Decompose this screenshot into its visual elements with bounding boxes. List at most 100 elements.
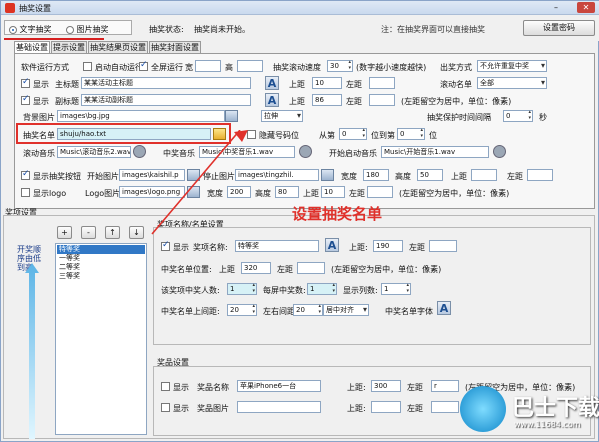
sub-top-input[interactable]: 86 bbox=[312, 94, 342, 106]
prize-listbox[interactable]: 特等奖 一等奖 二等奖 三等奖 bbox=[55, 243, 147, 435]
goods-name-input[interactable]: 苹果iPhone6一台 bbox=[237, 380, 321, 392]
from-input[interactable]: 0 bbox=[339, 127, 367, 140]
prize-list-item[interactable]: 一等奖 bbox=[57, 254, 80, 263]
show-btn-checkbox[interactable] bbox=[21, 169, 30, 180]
auto-run-checkbox[interactable] bbox=[83, 62, 92, 71]
scroll-music-label: 滚动音乐 bbox=[23, 149, 55, 158]
show-main-title-checkbox[interactable] bbox=[21, 77, 30, 88]
logo-h-input[interactable]: 80 bbox=[275, 186, 299, 198]
show-goods-name-checkbox[interactable] bbox=[161, 382, 170, 391]
win-music-play-icon[interactable] bbox=[299, 145, 312, 158]
lr-input[interactable]: 20 bbox=[293, 303, 323, 316]
scroll-speed-hint: (数字越小速度越快) bbox=[356, 63, 427, 72]
fullscreen-label: 全屏运行 bbox=[151, 63, 183, 72]
remove-prize-button[interactable]: - bbox=[81, 226, 96, 239]
prize-top-label: 上距: bbox=[349, 243, 368, 252]
main-title-input[interactable]: 某某活动主标题 bbox=[81, 77, 251, 89]
to-input[interactable]: 0 bbox=[397, 127, 425, 140]
goods-left-input[interactable]: r bbox=[431, 380, 459, 392]
btn-top-input[interactable] bbox=[471, 169, 497, 181]
start-music-play-icon[interactable] bbox=[493, 145, 506, 158]
fullscreen-checkbox[interactable] bbox=[139, 60, 148, 71]
logo-top-input[interactable]: 10 bbox=[321, 186, 345, 198]
spacing-label: 中奖名单上间距: bbox=[161, 307, 220, 316]
start-music-input[interactable]: Music\开始音乐1.wav bbox=[381, 146, 489, 158]
sub-title-input[interactable]: 某某活动副标题 bbox=[81, 94, 251, 106]
prize-list-item[interactable]: 三等奖 bbox=[57, 272, 80, 281]
image-mode-radio[interactable]: 图片抽奖 bbox=[66, 24, 109, 35]
font-label: 中奖名单字体 bbox=[385, 307, 433, 316]
show-prize-name-checkbox[interactable] bbox=[161, 240, 170, 251]
goods-img-input[interactable] bbox=[237, 401, 321, 413]
list-left-input[interactable] bbox=[297, 262, 325, 274]
btn-left-input[interactable] bbox=[527, 169, 553, 181]
goods-img-top-label: 上距: bbox=[347, 404, 366, 413]
cols-label: 显示列数: bbox=[343, 286, 378, 295]
protect-input[interactable]: 0 bbox=[503, 109, 533, 122]
show-goods-img-checkbox[interactable] bbox=[161, 403, 170, 412]
set-password-button[interactable]: 设置密码 bbox=[523, 20, 595, 36]
start-music-label: 开始启动音乐 bbox=[329, 149, 377, 158]
sub-left-label: 左距 bbox=[346, 97, 362, 106]
show-goods-img-label: 显示 bbox=[173, 404, 189, 413]
main-left-input[interactable] bbox=[369, 77, 395, 89]
sub-title-font-icon[interactable]: A bbox=[265, 93, 279, 107]
height-input[interactable] bbox=[237, 60, 263, 72]
prize-name-font-icon[interactable]: A bbox=[325, 238, 339, 252]
scroll-list-select[interactable]: 全部 bbox=[477, 77, 547, 89]
logo-left-input[interactable] bbox=[367, 186, 393, 198]
minimize-button[interactable]: – bbox=[547, 2, 565, 13]
stop-img-browse-icon[interactable] bbox=[321, 169, 334, 181]
scroll-music-play-icon[interactable] bbox=[133, 145, 146, 158]
count-input[interactable]: 1 bbox=[227, 282, 257, 295]
sub-top-label: 上距 bbox=[289, 97, 305, 106]
list-top-input[interactable]: 320 bbox=[241, 262, 271, 274]
status-label: 抽奖状态: bbox=[149, 25, 184, 34]
scroll-speed-input[interactable]: 30 bbox=[327, 59, 353, 72]
prize-list-item[interactable]: 二等奖 bbox=[57, 263, 80, 272]
basic-settings-panel: 软件运行方式 启动自动运行 全屏运行 宽 高 抽奖滚动速度 30 (数字越小速度… bbox=[14, 53, 595, 209]
each-input[interactable]: 1 bbox=[307, 282, 337, 295]
goods-img-left-input[interactable] bbox=[431, 401, 459, 413]
text-mode-radio[interactable]: 文字抽奖 bbox=[9, 24, 52, 35]
align-select[interactable]: 居中对齐 bbox=[323, 304, 369, 316]
bg-input[interactable]: images\bg.jpg bbox=[57, 110, 225, 122]
goods-top-input[interactable]: 300 bbox=[371, 380, 401, 392]
bg-browse-icon[interactable] bbox=[225, 110, 238, 122]
show-logo-label: 显示logo bbox=[33, 189, 67, 198]
main-title-font-icon[interactable]: A bbox=[265, 76, 279, 90]
main-top-input[interactable]: 10 bbox=[312, 77, 342, 89]
main-title-label: 主标题 bbox=[55, 80, 79, 89]
logo-top-label: 上距 bbox=[303, 189, 319, 198]
move-down-button[interactable]: ↓ bbox=[129, 226, 144, 239]
cols-input[interactable]: 1 bbox=[381, 282, 411, 295]
logo-margin-hint: (左距留空为居中，单位：像素) bbox=[399, 189, 510, 198]
btn-h-input[interactable]: 50 bbox=[417, 169, 443, 181]
prize-left-input[interactable] bbox=[429, 240, 457, 252]
prize-list-item[interactable]: 特等奖 bbox=[57, 245, 145, 254]
appear-select[interactable]: 不允许重复中奖 bbox=[477, 60, 547, 72]
list-font-icon[interactable]: A bbox=[437, 301, 451, 315]
main-left-label: 左距 bbox=[346, 80, 362, 89]
show-logo-checkbox[interactable] bbox=[21, 188, 30, 197]
width-label: 宽 bbox=[185, 63, 193, 72]
btn-w-input[interactable]: 180 bbox=[363, 169, 389, 181]
add-prize-button[interactable]: + bbox=[57, 226, 72, 239]
prize-name-label: 奖项名称: bbox=[193, 243, 228, 252]
prize-top-input[interactable]: 190 bbox=[373, 240, 403, 252]
scroll-list-label: 滚动名单 bbox=[440, 80, 472, 89]
watermark-name: 巴士下载 bbox=[512, 396, 599, 421]
scroll-music-input[interactable]: Music\滚动音乐2.wav bbox=[57, 146, 131, 158]
stretch-select[interactable]: 拉伸 bbox=[261, 110, 303, 122]
width-input[interactable] bbox=[195, 60, 221, 72]
spacing-input[interactable]: 20 bbox=[227, 303, 257, 316]
prize-name-input[interactable]: 特等奖 bbox=[235, 240, 319, 252]
hint-text: 注：在抽奖界面可以直接抽奖 bbox=[381, 25, 485, 34]
close-button[interactable]: ✕ bbox=[577, 2, 595, 13]
scroll-speed-label: 抽奖滚动速度 bbox=[273, 63, 321, 72]
goods-img-top-input[interactable] bbox=[371, 401, 401, 413]
move-up-button[interactable]: ↑ bbox=[105, 226, 120, 239]
show-sub-title-checkbox[interactable] bbox=[21, 94, 30, 105]
sub-left-input[interactable] bbox=[369, 94, 395, 106]
btn-w-label: 宽度 bbox=[341, 172, 357, 181]
